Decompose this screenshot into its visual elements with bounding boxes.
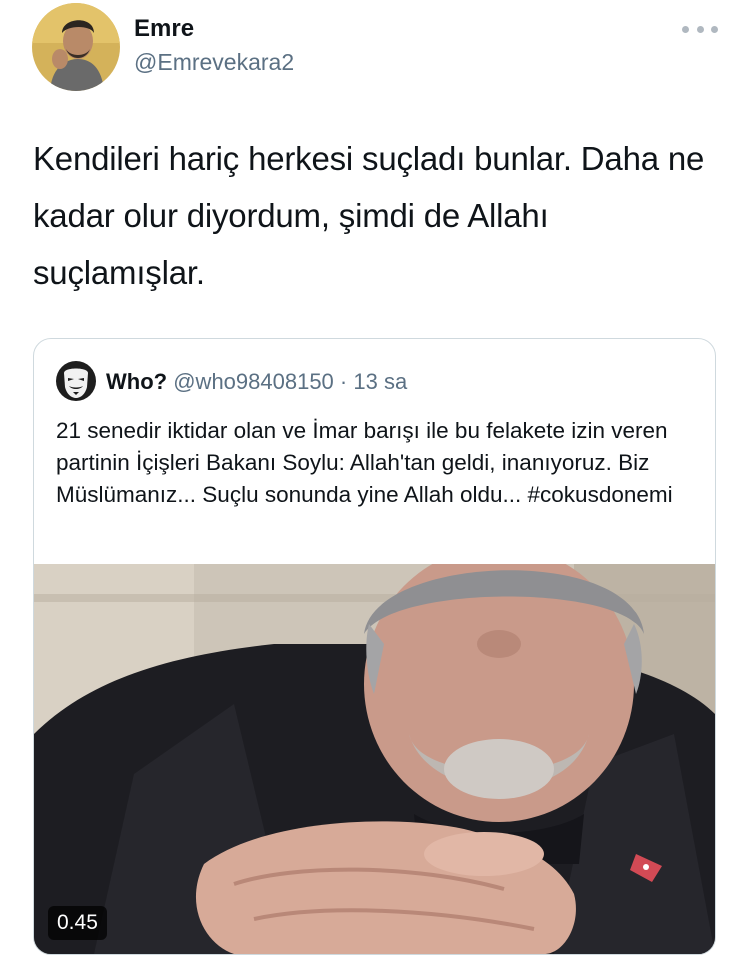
quoted-video[interactable]: 0.45	[34, 564, 715, 954]
quoted-tweet[interactable]: Who? @who98408150 · 13 sa 21 senedir ikt…	[33, 338, 716, 955]
more-dot	[682, 25, 689, 33]
quoted-author-avatar[interactable]	[56, 361, 96, 401]
tweet: Emre @Emrevekara2 Kendileri hariç herkes…	[0, 0, 750, 971]
author-display-name[interactable]: Emre	[134, 14, 294, 44]
author-avatar[interactable]	[32, 3, 120, 91]
more-dot	[696, 25, 704, 33]
tweet-text: Kendileri hariç herkesi suçladı bunlar. …	[33, 140, 705, 291]
author-handle[interactable]: @Emrevekara2	[134, 47, 294, 77]
quoted-display-name[interactable]: Who?	[106, 369, 167, 394]
video-duration-badge: 0.45	[48, 906, 107, 940]
quoted-text: 21 senedir iktidar olan ve İmar barışı i…	[56, 418, 673, 507]
separator-dot: ·	[339, 369, 348, 394]
quoted-handle[interactable]: @who98408150	[173, 369, 334, 394]
more-horizontal-icon[interactable]	[682, 22, 718, 36]
quoted-header: Who? @who98408150 · 13 sa	[106, 367, 407, 397]
author-info: Emre @Emrevekara2	[134, 14, 294, 77]
more-dot	[711, 25, 718, 33]
quoted-timestamp[interactable]: 13 sa	[353, 369, 407, 394]
